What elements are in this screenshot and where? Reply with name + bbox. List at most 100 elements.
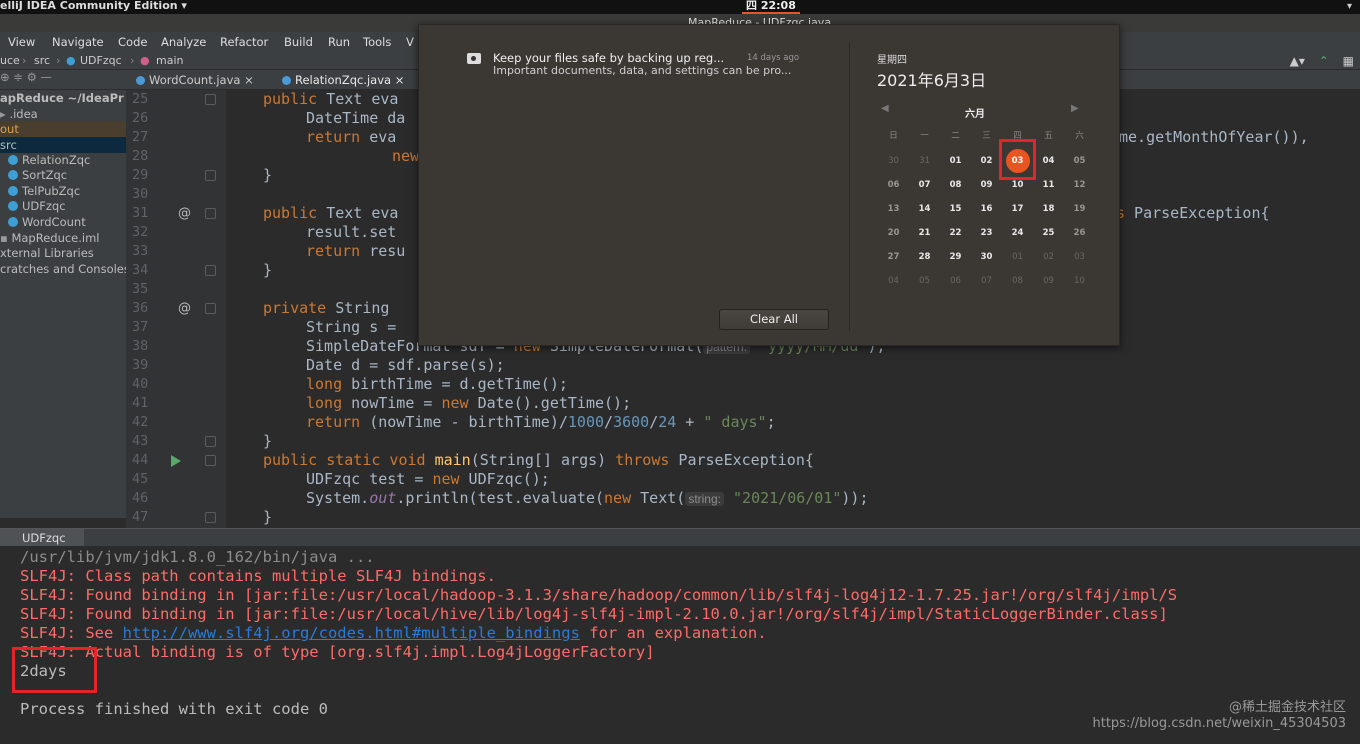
calendar-day[interactable]: 27 xyxy=(878,250,909,264)
tree-item-scratches[interactable]: cratches and Consoles xyxy=(0,261,126,277)
fold-marker-icon[interactable] xyxy=(205,208,216,219)
calendar-day[interactable]: 03 xyxy=(1002,154,1033,168)
menu-tools[interactable]: Tools xyxy=(363,35,391,49)
app-menu[interactable]: elliJ IDEA Community Edition ▾ xyxy=(0,0,187,12)
calendar-day[interactable]: 20 xyxy=(878,226,909,240)
calendar-day[interactable]: 14 xyxy=(909,202,940,216)
breadcrumb-project[interactable]: uce xyxy=(0,54,20,67)
calendar-day[interactable]: 02 xyxy=(1033,250,1064,264)
calendar-day[interactable]: 31 xyxy=(909,154,940,168)
notification-body[interactable]: Important documents, data, and settings … xyxy=(493,64,791,77)
calendar-day[interactable]: 07 xyxy=(909,178,940,192)
calendar-day[interactable]: 29 xyxy=(940,250,971,264)
calendar-day[interactable]: 01 xyxy=(1002,250,1033,264)
menu-navigate[interactable]: Navigate xyxy=(52,35,104,49)
tree-item-iml[interactable]: ▪ MapReduce.iml xyxy=(0,230,100,246)
calendar-day[interactable]: 10 xyxy=(1002,178,1033,192)
fold-marker-icon[interactable] xyxy=(205,455,216,466)
previous-month-button[interactable]: ◀ xyxy=(881,103,889,114)
calendar-day[interactable]: 19 xyxy=(1064,202,1095,216)
slf4j-link[interactable]: http://www.slf4j.org/codes.html#multiple… xyxy=(123,624,580,642)
menu-vcs[interactable]: V xyxy=(406,35,414,49)
calendar-day[interactable]: 05 xyxy=(1064,154,1095,168)
calendar-day[interactable]: 08 xyxy=(940,178,971,192)
toolbar-right: ▲▾ ⌃ ▦ xyxy=(1280,54,1354,68)
calendar-day[interactable]: 16 xyxy=(971,202,1002,216)
console-line: SLF4J: Class path contains multiple SLF4… xyxy=(20,567,496,585)
calendar-day[interactable]: 08 xyxy=(1002,274,1033,288)
calendar-day[interactable]: 09 xyxy=(1033,274,1064,288)
tree-item-wordcount[interactable]: WordCount xyxy=(8,214,86,230)
menu-build[interactable]: Build xyxy=(284,35,313,49)
calendar-day[interactable]: 17 xyxy=(1002,202,1033,216)
calendar-day[interactable]: 12 xyxy=(1064,178,1095,192)
menu-run[interactable]: Run xyxy=(328,35,350,49)
tree-item-out[interactable]: out xyxy=(0,121,126,137)
clock[interactable]: 四 22:08 xyxy=(742,0,800,14)
fold-marker-icon[interactable] xyxy=(205,512,216,523)
calendar-day[interactable]: 26 xyxy=(1064,226,1095,240)
calendar-day[interactable]: 22 xyxy=(940,226,971,240)
calendar-day[interactable]: 28 xyxy=(909,250,940,264)
calendar-day[interactable]: 25 xyxy=(1033,226,1064,240)
calendar-day[interactable]: 04 xyxy=(878,274,909,288)
clear-all-button[interactable]: Clear All xyxy=(719,309,829,330)
fold-marker-icon[interactable] xyxy=(205,436,216,447)
calendar-day[interactable]: 13 xyxy=(878,202,909,216)
calendar-day[interactable]: 30 xyxy=(878,154,909,168)
tree-toolbar-icons[interactable]: ⊕ ≑ ⚙ — xyxy=(0,70,52,84)
breadcrumb-class[interactable]: UDFzqc xyxy=(80,54,122,67)
calendar-day[interactable]: 11 xyxy=(1033,178,1064,192)
calendar-day[interactable]: 23 xyxy=(971,226,1002,240)
code-token: )); xyxy=(841,489,869,507)
calendar-day[interactable]: 07 xyxy=(971,274,1002,288)
calendar-day[interactable]: 18 xyxy=(1033,202,1064,216)
breadcrumb-method[interactable]: main xyxy=(156,54,183,67)
menu-refactor[interactable]: Refactor xyxy=(220,35,268,49)
tree-item-external-libraries[interactable]: xternal Libraries xyxy=(0,245,94,261)
tree-item-telpubzqc[interactable]: TelPubZqc xyxy=(8,183,80,199)
fold-marker-icon[interactable] xyxy=(205,265,216,276)
menu-code[interactable]: Code xyxy=(118,35,147,49)
calendar-day[interactable]: 06 xyxy=(878,178,909,192)
calendar-day[interactable]: 09 xyxy=(971,178,1002,192)
override-marker-icon[interactable]: @ xyxy=(178,204,191,223)
calendar-day[interactable]: 04 xyxy=(1033,154,1064,168)
menu-view[interactable]: View xyxy=(8,35,35,49)
fold-marker-icon[interactable] xyxy=(205,303,216,314)
tab-wordcount[interactable]: WordCount.java × xyxy=(136,73,254,87)
calendar-day[interactable]: 02 xyxy=(971,154,1002,168)
run-tab[interactable]: UDFzqc xyxy=(0,529,84,547)
build-icon[interactable]: ⌃ xyxy=(1319,54,1329,68)
notification-title[interactable]: Keep your files safe by backing up reg..… xyxy=(493,51,724,65)
calendar-day[interactable]: 03 xyxy=(1064,250,1095,264)
keyword: private xyxy=(263,299,327,317)
run-gutter-icon[interactable] xyxy=(171,455,181,467)
calendar-day[interactable]: 06 xyxy=(940,274,971,288)
tab-relationzqc[interactable]: RelationZqc.java × xyxy=(282,73,404,87)
tree-item-idea[interactable]: ▸ .idea xyxy=(0,106,38,122)
calendar-day[interactable]: 30 xyxy=(971,250,1002,264)
calendar-day[interactable]: 05 xyxy=(909,274,940,288)
layout-icon[interactable]: ▦ xyxy=(1343,54,1354,68)
tree-item-sortzqc[interactable]: SortZqc xyxy=(8,167,67,183)
system-menu-icon[interactable]: ▾ xyxy=(1347,1,1352,12)
menu-analyze[interactable]: Analyze xyxy=(161,35,206,49)
calendar-day[interactable]: 24 xyxy=(1002,226,1033,240)
breadcrumb-src[interactable]: src xyxy=(34,54,50,67)
tree-item-relationzqc[interactable]: RelationZqc xyxy=(8,152,90,168)
calendar-full-date[interactable]: 2021年6月3日 xyxy=(877,67,986,91)
calendar-day[interactable]: 01 xyxy=(940,154,971,168)
calendar-day[interactable]: 10 xyxy=(1064,274,1095,288)
calendar-day[interactable]: 15 xyxy=(940,202,971,216)
calendar-day[interactable]: 21 xyxy=(909,226,940,240)
next-month-button[interactable]: ▶ xyxy=(1071,103,1079,114)
override-marker-icon[interactable]: @ xyxy=(178,299,191,318)
user-icon[interactable]: ▲▾ xyxy=(1290,54,1305,68)
tree-item-src[interactable]: src xyxy=(0,137,126,153)
tree-item-project[interactable]: apReduce ~/IdeaPr xyxy=(0,90,124,106)
tree-item-udfzqc[interactable]: UDFzqc xyxy=(8,198,66,214)
fold-marker-icon[interactable] xyxy=(205,170,216,181)
fold-marker-icon[interactable] xyxy=(205,94,216,105)
